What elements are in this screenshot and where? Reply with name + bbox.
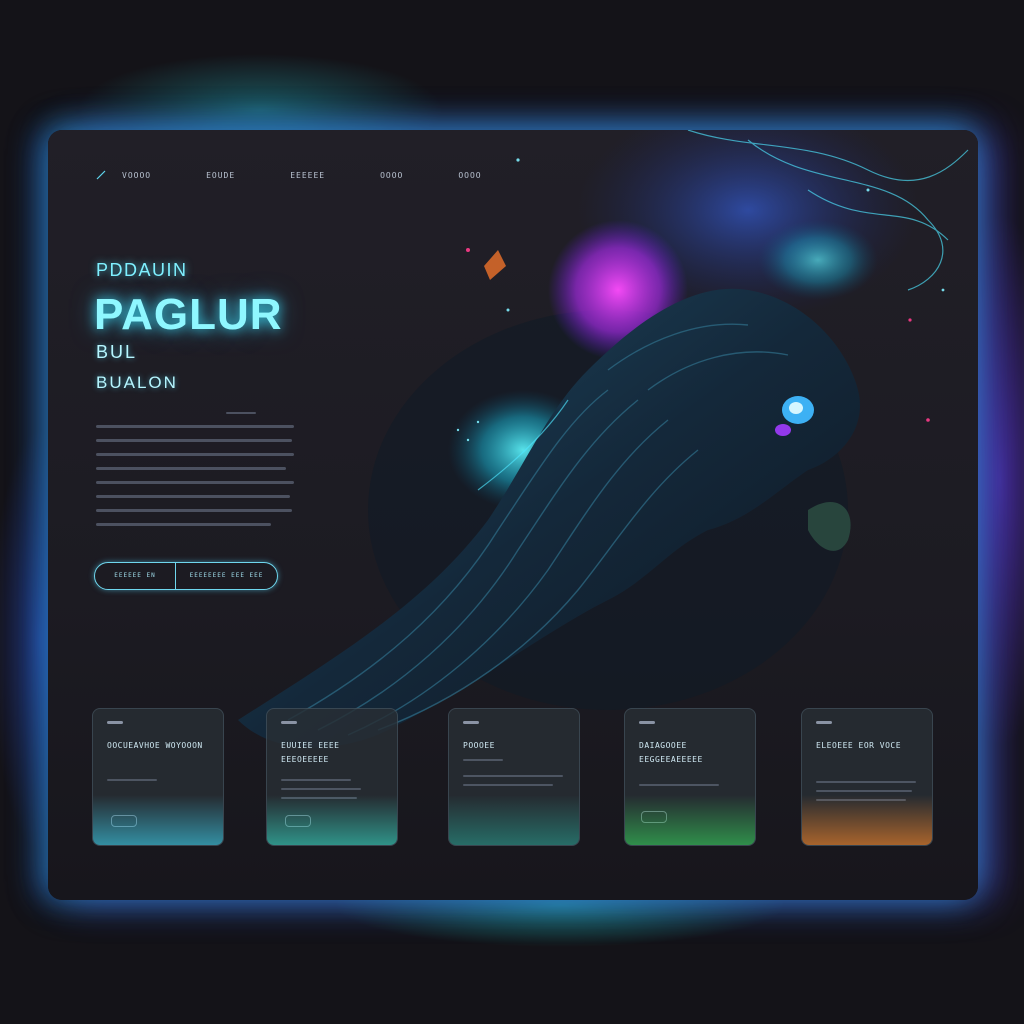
hero-body-text-placeholder	[96, 412, 296, 537]
hero-subtitle-2: BUALON	[96, 373, 178, 392]
card-glow	[625, 795, 755, 845]
cta-right-label: EEEEEEEE EEE EEE	[189, 572, 264, 579]
card-text-placeholder	[107, 779, 209, 788]
text-line	[226, 412, 256, 414]
card-glow	[802, 795, 932, 845]
hero-title: PAGLUR	[94, 290, 283, 339]
card-text-placeholder	[639, 784, 741, 793]
text-line	[96, 495, 290, 498]
card-tag	[281, 721, 297, 724]
arrow-icon[interactable]	[96, 170, 106, 180]
text-line	[96, 439, 292, 442]
cta-left-label: EEEEEE EN	[95, 563, 176, 589]
text-line	[463, 759, 503, 761]
text-line	[107, 779, 157, 781]
text-line	[281, 779, 351, 781]
card-text-placeholder	[463, 759, 565, 793]
text-line	[281, 788, 361, 790]
nav-item-2[interactable]: EOUDE	[206, 171, 235, 180]
cta-button[interactable]: EEEEEE EN EEEEEEEE EEE EEE	[94, 562, 278, 590]
card-glow	[267, 795, 397, 845]
nav-item-3[interactable]: EEEEEE	[290, 171, 325, 180]
feature-card-2[interactable]: EUUIEE EEEE EEEOEEEEE	[266, 708, 398, 846]
text-line	[639, 784, 719, 786]
text-line	[816, 790, 912, 792]
nav-item-1[interactable]: VOOOO	[122, 171, 151, 180]
text-line	[96, 481, 294, 484]
page-background: VOOOO EOUDE EEEEEE OOOO OOOO PDDAUIN PAG…	[0, 0, 1024, 1024]
feature-card-1[interactable]: OOCUEAVHOE WOYOOON	[92, 708, 224, 846]
card-glow	[449, 795, 579, 845]
text-line	[96, 453, 294, 456]
card-title: OOCUEAVHOE WOYOOON	[107, 741, 203, 750]
feature-card-3[interactable]: POOOEE	[448, 708, 580, 846]
hero-eyebrow: PDDAUIN	[96, 260, 188, 280]
feature-card-5[interactable]: ELEOEEE EOR VOCE	[801, 708, 933, 846]
card-title: EUUIEE EEEE EEEOEEEEE	[281, 741, 340, 764]
text-line	[96, 425, 294, 428]
text-line	[463, 784, 553, 786]
text-line	[96, 523, 271, 526]
landing-page-window: VOOOO EOUDE EEEEEE OOOO OOOO PDDAUIN PAG…	[48, 130, 978, 900]
nav-item-5[interactable]: OOOO	[458, 171, 481, 180]
top-navigation: VOOOO EOUDE EEEEEE OOOO OOOO	[96, 170, 537, 180]
card-tag	[107, 721, 123, 724]
text-line	[96, 509, 292, 512]
card-title: POOOEE	[463, 741, 495, 750]
card-title: DAIAGOOEE EEGGEEAEEEEE	[639, 741, 703, 764]
text-line	[463, 775, 563, 777]
card-tag	[639, 721, 655, 724]
card-tag	[463, 721, 479, 724]
nav-item-4[interactable]: OOOO	[380, 171, 403, 180]
text-line	[96, 467, 286, 470]
card-title: ELEOEEE EOR VOCE	[816, 741, 902, 750]
card-glow	[93, 795, 223, 845]
card-tag	[816, 721, 832, 724]
feature-card-4[interactable]: DAIAGOOEE EEGGEEAEEEEE	[624, 708, 756, 846]
text-line	[816, 781, 916, 783]
hero-subtitle-1: BUL	[96, 342, 138, 362]
